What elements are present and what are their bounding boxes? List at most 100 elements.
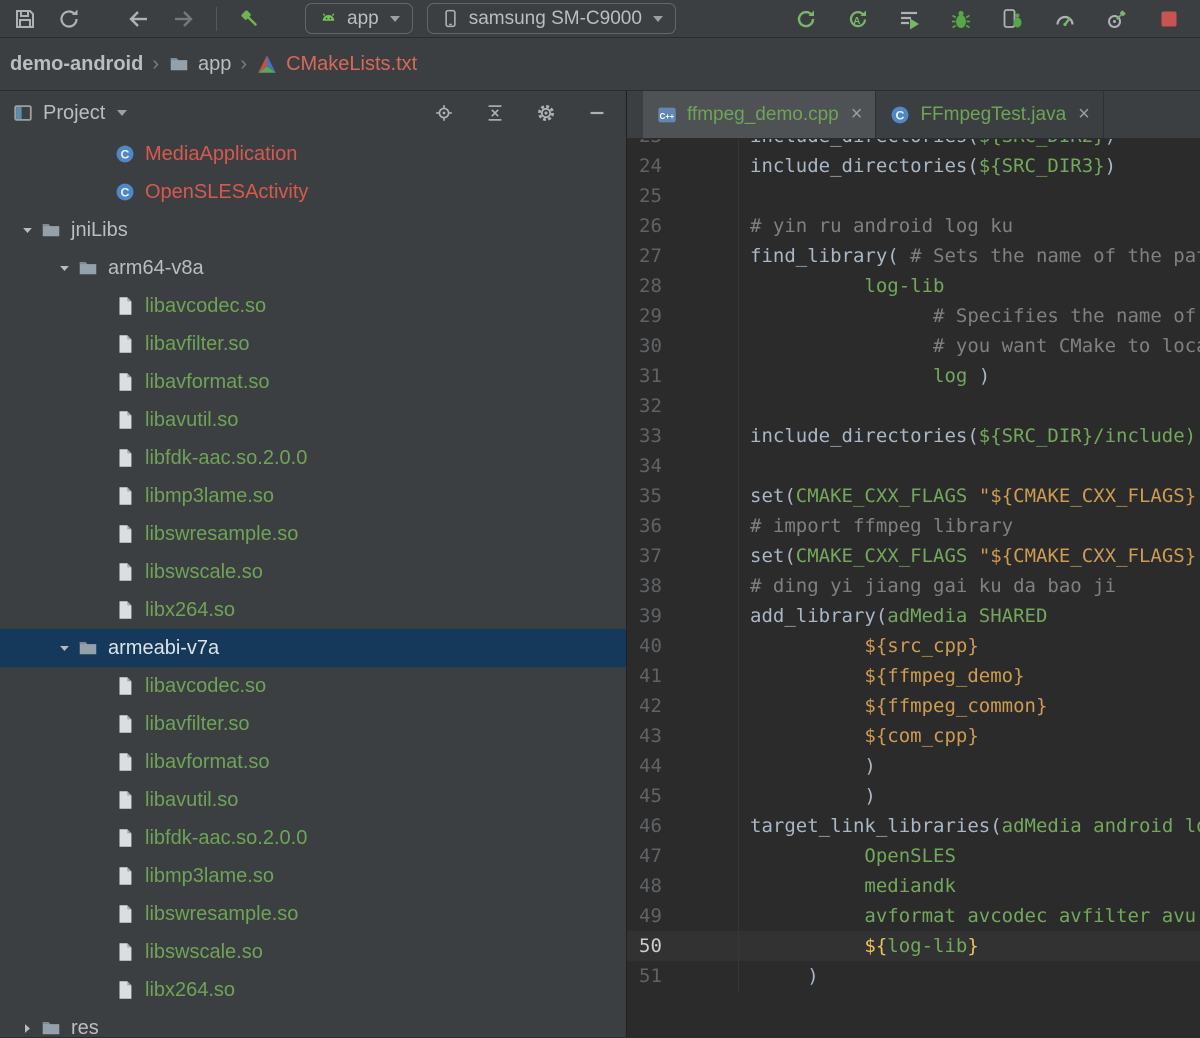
code-editor[interactable]: 23include_directories(${SRC_DIR2})24incl…	[627, 139, 1200, 1037]
code-line-25[interactable]: 25	[627, 181, 1200, 211]
tree-item[interactable]: libavcodec.so	[0, 667, 626, 705]
code-line-24[interactable]: 24 include_directories(${SRC_DIR3})	[627, 151, 1200, 181]
tab-FFmpegTest.java[interactable]: C FFmpegTest.java ×	[876, 91, 1104, 138]
device-selector[interactable]: samsung SM-C9000	[426, 3, 676, 34]
debug-button[interactable]	[946, 4, 976, 34]
stop-button[interactable]	[1154, 4, 1184, 34]
code-line-42[interactable]: 42 ${ffmpeg_common}	[627, 691, 1200, 721]
tree-item[interactable]: C OpenSLESActivity	[0, 173, 626, 211]
tree-item[interactable]: jniLibs	[0, 211, 626, 249]
tree-item[interactable]: libswscale.so	[0, 933, 626, 971]
tree-item[interactable]: libswresample.so	[0, 895, 626, 933]
code-line-48[interactable]: 48 mediandk	[627, 871, 1200, 901]
tree-item[interactable]: libavcodec.so	[0, 287, 626, 325]
tree-item[interactable]: libavfilter.so	[0, 325, 626, 363]
tree-item-label: armeabi-v7a	[108, 636, 220, 659]
tree-item[interactable]: C MediaApplication	[0, 135, 626, 173]
collapse-all-button[interactable]	[482, 100, 508, 126]
project-panel-title[interactable]: Project	[43, 102, 105, 125]
folder-icon	[168, 53, 190, 75]
code-line-46[interactable]: 46 target_link_libraries(adMedia android …	[627, 811, 1200, 841]
run-with-coverage-button[interactable]	[894, 4, 924, 34]
tree-item[interactable]: libavformat.so	[0, 363, 626, 401]
line-number: 29	[627, 301, 739, 331]
tree-item[interactable]: libavutil.so	[0, 401, 626, 439]
code-line-34[interactable]: 34	[627, 451, 1200, 481]
tree-item[interactable]: armeabi-v7a	[0, 629, 626, 667]
tree-item[interactable]: libswscale.so	[0, 553, 626, 591]
locate-file-button[interactable]	[431, 100, 457, 126]
code-line-29[interactable]: 29 # Specifies the name of the	[627, 301, 1200, 331]
breadcrumb-item[interactable]: app	[168, 53, 231, 76]
code-line-41[interactable]: 41 ${ffmpeg_demo}	[627, 661, 1200, 691]
line-number: 38	[627, 571, 739, 601]
hide-panel-button[interactable]	[584, 100, 610, 126]
file-icon	[114, 485, 136, 507]
apply-changes-button[interactable]	[790, 4, 820, 34]
back-button[interactable]	[124, 4, 154, 34]
tree-item[interactable]: libavutil.so	[0, 781, 626, 819]
code-line-37[interactable]: 37 set(CMAKE_CXX_FLAGS "${CMAKE_CXX_FLAGS…	[627, 541, 1200, 571]
code-line-32[interactable]: 32	[627, 391, 1200, 421]
tree-item[interactable]: libmp3lame.so	[0, 857, 626, 895]
tree-item[interactable]: arm64-v8a	[0, 249, 626, 287]
code-line-43[interactable]: 43 ${com_cpp}	[627, 721, 1200, 751]
svg-text:A: A	[853, 15, 860, 26]
line-number: 37	[627, 541, 739, 571]
code-line-45[interactable]: 45 )	[627, 781, 1200, 811]
tab-ffmpeg_demo.cpp[interactable]: C++ ffmpeg_demo.cpp ×	[643, 91, 877, 138]
tree-item[interactable]: libx264.so	[0, 971, 626, 1009]
tree-item[interactable]: libswresample.so	[0, 515, 626, 553]
code-line-36[interactable]: 36 # import ffmpeg library	[627, 511, 1200, 541]
sync-button[interactable]	[54, 4, 84, 34]
run-config-selector[interactable]: app	[305, 3, 413, 34]
settings-button[interactable]	[533, 100, 559, 126]
code-line-33[interactable]: 33 include_directories(${SRC_DIR}/include…	[627, 421, 1200, 451]
tree-item[interactable]: libavfilter.so	[0, 705, 626, 743]
code-line-49[interactable]: 49 avformat avcodec avfilter avu	[627, 901, 1200, 931]
save-button[interactable]	[10, 4, 40, 34]
profile-low-overhead-button[interactable]	[1102, 4, 1132, 34]
code-line-39[interactable]: 39 add_library(adMedia SHARED	[627, 601, 1200, 631]
chevron-right-icon[interactable]	[14, 1021, 40, 1036]
close-tab-icon[interactable]: ×	[1078, 103, 1090, 126]
code-line-50[interactable]: 50 ${log-lib}	[627, 931, 1200, 961]
tree-item[interactable]: libfdk-aac.so.2.0.0	[0, 819, 626, 857]
code-line-35[interactable]: 35 set(CMAKE_CXX_FLAGS "${CMAKE_CXX_FLAGS…	[627, 481, 1200, 511]
chevron-down-icon[interactable]	[51, 261, 77, 276]
apply-code-changes-button[interactable]: A	[842, 4, 872, 34]
breadcrumb-item[interactable]: demo-android	[10, 53, 143, 76]
tree-item[interactable]: libavformat.so	[0, 743, 626, 781]
run-config-label: app	[347, 7, 379, 29]
tree-item[interactable]: libmp3lame.so	[0, 477, 626, 515]
line-number: 45	[627, 781, 739, 811]
chevron-down-icon[interactable]	[14, 223, 40, 238]
code-line-31[interactable]: 31 log )	[627, 361, 1200, 391]
code-line-47[interactable]: 47 OpenSLES	[627, 841, 1200, 871]
tree-item[interactable]: libfdk-aac.so.2.0.0	[0, 439, 626, 477]
profiler-button[interactable]	[1050, 4, 1080, 34]
code-line-23[interactable]: 23include_directories(${SRC_DIR2})	[627, 139, 1200, 151]
tree-item[interactable]: libx264.so	[0, 591, 626, 629]
code-line-30[interactable]: 30 # you want CMake to locate.	[627, 331, 1200, 361]
code-line-40[interactable]: 40 ${src_cpp}	[627, 631, 1200, 661]
caret-down-icon	[652, 15, 663, 22]
tree-item-label: libswscale.so	[145, 560, 263, 583]
tree-item-label: libswresample.so	[145, 522, 299, 545]
code-line-44[interactable]: 44 )	[627, 751, 1200, 781]
code-line-28[interactable]: 28 log-lib	[627, 271, 1200, 301]
tree-item-label: libavutil.so	[145, 788, 239, 811]
tree-item-label: libmp3lame.so	[145, 484, 274, 507]
chevron-down-icon[interactable]	[51, 641, 77, 656]
code-line-27[interactable]: 27 find_library( # Sets the name of the p…	[627, 241, 1200, 271]
close-tab-icon[interactable]: ×	[851, 103, 863, 126]
forward-button[interactable]	[168, 4, 198, 34]
breadcrumb-item[interactable]: CMakeLists.txt	[256, 53, 417, 76]
tree-item[interactable]: res	[0, 1009, 626, 1037]
attach-debugger-button[interactable]	[998, 4, 1028, 34]
build-button[interactable]	[235, 4, 265, 34]
code-line-26[interactable]: 26 # yin ru android log ku	[627, 211, 1200, 241]
file-icon	[114, 333, 136, 355]
code-line-51[interactable]: 51 )	[627, 961, 1200, 991]
code-line-38[interactable]: 38 # ding yi jiang gai ku da bao ji	[627, 571, 1200, 601]
